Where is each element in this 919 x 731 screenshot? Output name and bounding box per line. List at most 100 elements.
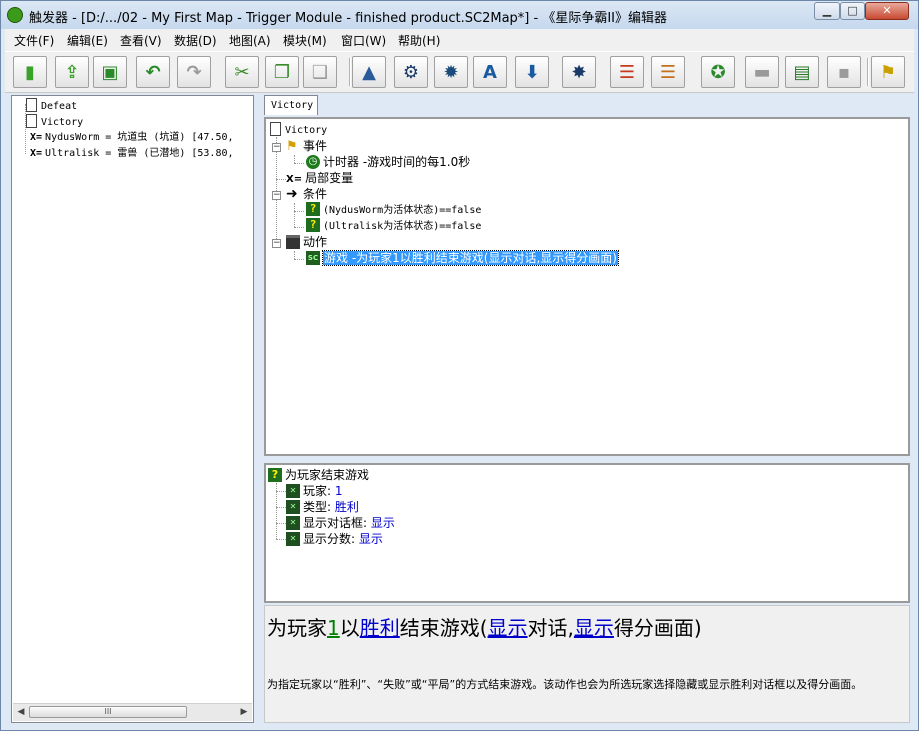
condition-nydusworm[interactable]: ? (NydusWorm为活体状态)==false — [306, 202, 482, 218]
save-icon[interactable]: ▣ — [93, 56, 127, 88]
trigger-doc-icon — [26, 98, 37, 112]
condition-label: (Ultralisk为活体状态)==false — [323, 221, 482, 232]
param-label: 显示对话框: — [303, 516, 368, 530]
variable-icon: X= — [30, 148, 43, 159]
parameters-panel: ? 为玩家结束游戏 ✕ 玩家: 1 ✕ 类型: 胜利 ✕ 显示对话框: 显示 ✕ 显示分数… — [264, 463, 910, 603]
question-icon: ? — [306, 202, 320, 216]
collapse-conditions-icon[interactable]: − — [272, 191, 281, 200]
param-label: 显示分数: — [303, 532, 356, 546]
menu-window[interactable]: 窗口(W) — [341, 32, 386, 49]
variable-item-ultralisk[interactable]: X= Ultralisk = 雷兽 (已潜地) [53.80, — [30, 147, 234, 161]
param-value[interactable]: 1 — [335, 484, 343, 498]
paste-icon[interactable]: ❑ — [303, 56, 337, 88]
minimize-button[interactable]: ▁ — [814, 2, 840, 20]
layout-editor-icon[interactable]: ☰ — [610, 56, 644, 88]
summary-score-link[interactable]: 显示 — [574, 616, 614, 640]
actions-node[interactable]: 动作 — [286, 234, 328, 250]
unit-icon[interactable]: ✸ — [562, 56, 596, 88]
condition-arrow-icon: ➜ — [286, 185, 298, 202]
menu-map[interactable]: 地图(A) — [229, 32, 271, 49]
test-map-icon[interactable]: ⚑ — [871, 56, 905, 88]
summary-player-link[interactable]: 1 — [327, 616, 340, 640]
summary-type-link[interactable]: 胜利 — [360, 616, 400, 640]
scroll-left-icon[interactable]: ◀ — [15, 706, 27, 718]
description-panel: 为玩家1以胜利结束游戏(显示对话,显示得分画面) 为指定玩家以“胜利”、“失败”… — [264, 605, 910, 723]
conditions-node[interactable]: ➜ 条件 — [286, 187, 327, 202]
terrain-icon[interactable]: ▲ — [352, 56, 386, 88]
redo-icon[interactable]: ↷ — [177, 56, 211, 88]
parameter-icon: ✕ — [286, 483, 300, 498]
trigger-root-label: Victory — [285, 125, 328, 136]
menu-help[interactable]: 帮助(H) — [398, 32, 440, 49]
actions-label: 动作 — [303, 235, 328, 249]
trigger-content-tree: Victory − ⚑ 事件 ◷ 计时器 -游戏时间的每1.0秒 X= 局部变量 − … — [264, 117, 910, 456]
maximize-button[interactable]: □ — [840, 2, 865, 20]
data-editor-icon[interactable]: ✹ — [434, 56, 468, 88]
parameter-icon: ✕ — [286, 515, 300, 530]
param-player[interactable]: ✕ 玩家: 1 — [286, 483, 343, 499]
scroll-right-icon[interactable]: ▶ — [238, 706, 250, 718]
menu-view[interactable]: 查看(V) — [120, 32, 162, 49]
import-icon[interactable]: ⬇ — [515, 56, 549, 88]
toolbar-separator — [867, 58, 869, 86]
events-label: 事件 — [303, 139, 328, 153]
menu-bar: 文件(F) 编辑(E) 查看(V) 数据(D) 地图(A) 模块(M) 窗口(W… — [5, 29, 914, 51]
tree-guide — [294, 211, 304, 212]
question-icon: ? — [306, 218, 320, 232]
parameter-icon: ✕ — [286, 499, 300, 514]
trigger-editor-icon[interactable]: ⚙ — [394, 56, 428, 88]
menu-file[interactable]: 文件(F) — [14, 32, 54, 49]
tree-guide — [294, 155, 295, 163]
tree-guide — [276, 539, 286, 540]
event-timer[interactable]: ◷ 计时器 -游戏时间的每1.0秒 — [306, 154, 471, 170]
param-type[interactable]: ✕ 类型: 胜利 — [286, 499, 359, 515]
summary-dialog-link[interactable]: 显示 — [488, 616, 528, 640]
menu-edit[interactable]: 编辑(E) — [67, 32, 108, 49]
blank-icon[interactable]: ▪ — [827, 56, 861, 88]
timer-icon: ◷ — [306, 154, 320, 169]
app-icon — [7, 7, 23, 23]
variable-icon: X= — [286, 174, 303, 185]
copy-icon[interactable]: ❐ — [265, 56, 299, 88]
param-value[interactable]: 显示 — [359, 532, 383, 546]
trigger-item-defeat[interactable]: Defeat — [26, 98, 77, 113]
horizontal-scrollbar[interactable]: ◀ III ▶ — [13, 703, 252, 721]
window-title: 触发器 - [D:/.../02 - My First Map - Trigge… — [29, 11, 667, 26]
param-value[interactable]: 显示 — [371, 516, 395, 530]
local-variables-node[interactable]: X= 局部变量 — [286, 171, 353, 186]
condition-label: (NydusWorm为活体状态)==false — [323, 205, 482, 216]
console-icon[interactable]: ▤ — [785, 56, 819, 88]
collapse-actions-icon[interactable]: − — [272, 239, 281, 248]
tree-guide — [276, 491, 286, 492]
events-node[interactable]: ⚑ 事件 — [286, 139, 327, 154]
close-button[interactable]: ✕ — [865, 2, 909, 20]
tab-victory[interactable]: Victory — [264, 95, 318, 115]
open-icon[interactable]: ⇪ — [55, 56, 89, 88]
new-icon[interactable]: ▮ — [13, 56, 47, 88]
menu-data[interactable]: 数据(D) — [174, 32, 217, 49]
ai-editor-icon[interactable]: ☰ — [651, 56, 685, 88]
event-timer-label: 计时器 -游戏时间的每1.0秒 — [323, 155, 471, 169]
action-end-game[interactable]: SC 游戏 -为玩家1以胜利结束游戏(显示对话,显示得分画面) — [306, 250, 619, 266]
parameter-icon: ✕ — [286, 531, 300, 546]
variable-item-nydusworm[interactable]: X= NydusWorm = 坑道虫 (坑道) [47.50, — [30, 131, 234, 145]
sc-action-icon: SC — [306, 250, 320, 265]
trigger-root[interactable]: Victory — [270, 122, 328, 138]
collapse-events-icon[interactable]: − — [272, 143, 281, 152]
text-editor-icon[interactable]: A — [473, 56, 507, 88]
cutscene-icon[interactable]: ✪ — [701, 56, 735, 88]
undo-icon[interactable]: ↶ — [136, 56, 170, 88]
condition-ultralisk[interactable]: ? (Ultralisk为活体状态)==false — [306, 218, 482, 234]
param-show-dialog[interactable]: ✕ 显示对话框: 显示 — [286, 515, 395, 531]
event-flag-icon: ⚑ — [286, 138, 298, 154]
toolbar: ▮ ⇪ ▣ ↶ ↷ ✂ ❐ ❑ ▲ ⚙ ✹ A ⬇ ✸ ☰ ☰ ✪ ▬ ▤ ▪ ⚑ — [5, 51, 914, 93]
param-show-score[interactable]: ✕ 显示分数: 显示 — [286, 531, 383, 547]
cut-icon[interactable]: ✂ — [225, 56, 259, 88]
param-value[interactable]: 胜利 — [335, 500, 359, 514]
folder-icon[interactable]: ▬ — [745, 56, 779, 88]
menu-module[interactable]: 模块(M) — [283, 32, 327, 49]
action-end-game-label: 游戏 -为玩家1以胜利结束游戏(显示对话,显示得分画面) — [322, 250, 619, 266]
scroll-thumb[interactable]: III — [29, 706, 187, 718]
trigger-item-victory[interactable]: Victory — [26, 114, 83, 129]
question-icon: ? — [268, 467, 282, 482]
